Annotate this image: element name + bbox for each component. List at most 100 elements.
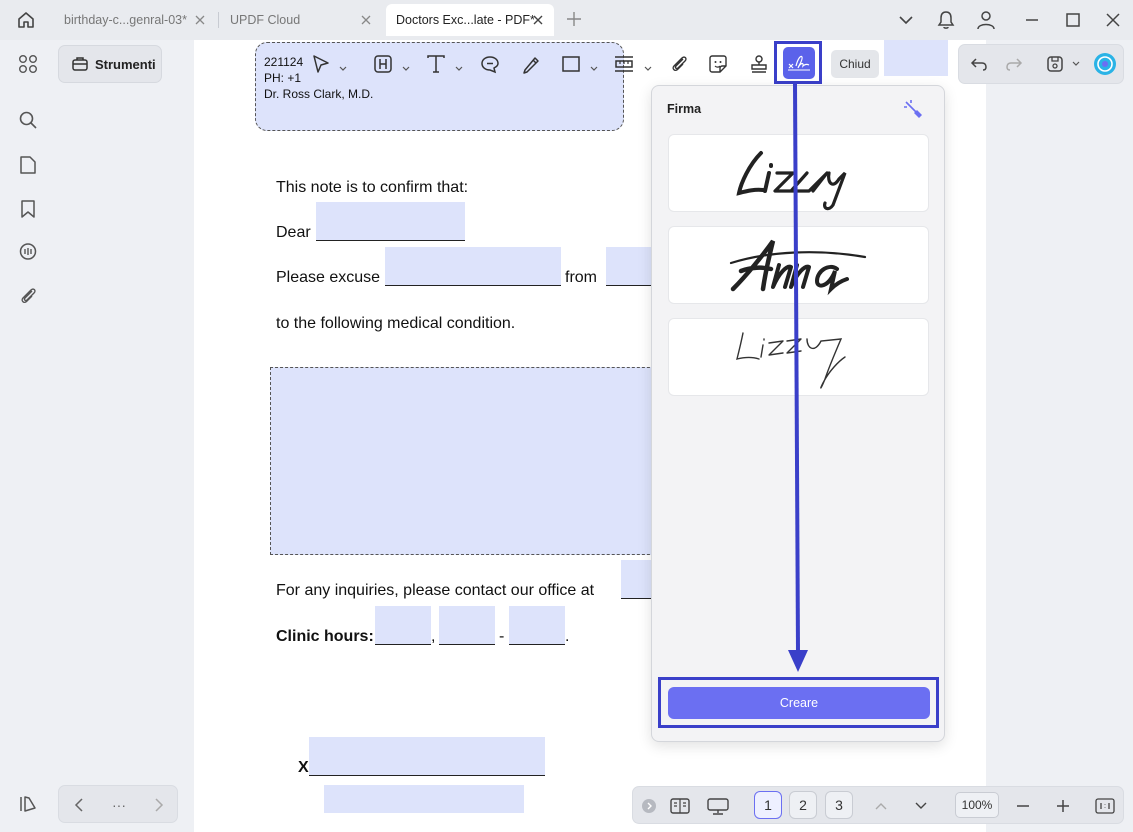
tab-birthday[interactable]: birthday-c...genral-03*: [54, 4, 216, 36]
ai-assistant-icon[interactable]: [1093, 52, 1117, 76]
page-button-1[interactable]: 1: [754, 791, 782, 819]
strumenti-button[interactable]: Strumenti: [58, 45, 162, 83]
underline: [316, 240, 465, 241]
tools-panel: Strumenti ···: [54, 40, 194, 832]
close-icon[interactable]: [192, 12, 208, 28]
chevron-up-icon[interactable]: [873, 795, 889, 817]
underline: [439, 644, 495, 645]
shape-rectangle-icon[interactable]: [560, 53, 582, 75]
chevron-down-icon[interactable]: [590, 60, 598, 71]
chevron-left-icon[interactable]: [69, 795, 89, 815]
pencil-icon[interactable]: [520, 53, 542, 75]
title-bar: birthday-c...genral-03* UPDF Cloud Docto…: [0, 0, 1133, 40]
zoom-out-icon[interactable]: [1015, 795, 1031, 817]
close-icon[interactable]: [358, 12, 374, 28]
magic-wand-icon[interactable]: [902, 98, 924, 120]
two-page-view-icon[interactable]: [669, 795, 691, 817]
chevron-right-icon[interactable]: [149, 795, 169, 815]
clinic-hours-label: Clinic hours:: [276, 628, 374, 645]
home-icon[interactable]: [14, 9, 38, 31]
chevron-down-icon[interactable]: [455, 60, 463, 71]
tab-updf-cloud[interactable]: UPDF Cloud: [220, 4, 382, 36]
hours-field-3[interactable]: [509, 606, 565, 644]
comment-icon[interactable]: [16, 240, 40, 264]
text-icon[interactable]: [425, 53, 447, 75]
sticky-note-icon[interactable]: [479, 53, 501, 75]
signature-panel-title: Firma: [667, 102, 702, 116]
tab-label: UPDF Cloud: [230, 13, 301, 27]
zoom-level[interactable]: 100%: [955, 792, 999, 818]
strumenti-label: Strumenti: [95, 56, 156, 72]
signature-card[interactable]: [668, 318, 929, 396]
underline: [606, 285, 652, 286]
signature-field[interactable]: [309, 737, 545, 775]
actual-size-icon[interactable]: [1095, 795, 1115, 817]
dear-name-field[interactable]: [316, 202, 465, 240]
signature-anna-cursive: [729, 239, 867, 296]
from-date-field[interactable]: [606, 247, 652, 285]
header-line: Dr. Ross Clark, M.D.: [264, 87, 374, 101]
chevron-down-icon[interactable]: [913, 795, 929, 817]
header-line: PH: +1: [264, 71, 302, 85]
sticker-icon[interactable]: [707, 53, 729, 75]
stamp-icon[interactable]: [748, 53, 770, 75]
undo-icon[interactable]: [969, 54, 989, 74]
header-field-fragment[interactable]: [884, 40, 948, 76]
select-pointer-icon[interactable]: [310, 53, 332, 75]
dash: -: [499, 628, 505, 645]
redo-icon[interactable]: [1004, 54, 1024, 74]
close-tool-button[interactable]: Chiud: [831, 50, 879, 78]
page-button-3[interactable]: 3: [825, 791, 853, 819]
close-window-icon[interactable]: [1103, 10, 1123, 30]
new-tab-icon[interactable]: [565, 10, 583, 28]
underline: [375, 644, 431, 645]
minimize-icon[interactable]: [1022, 10, 1042, 30]
measure-icon[interactable]: [613, 53, 635, 75]
bookmark-icon[interactable]: [16, 197, 40, 221]
layers-icon[interactable]: [16, 792, 40, 816]
search-icon[interactable]: [16, 108, 40, 132]
underline: [621, 598, 652, 599]
underline: [509, 644, 565, 645]
dear-label: Dear: [276, 224, 311, 241]
hours-field-1[interactable]: [375, 606, 431, 644]
tab-label: birthday-c...genral-03*: [64, 13, 187, 27]
inquiries-line: For any inquiries, please contact our of…: [276, 582, 595, 599]
close-icon[interactable]: [530, 12, 546, 28]
hours-field-2[interactable]: [439, 606, 495, 644]
tab-label: Doctors Exc...late - PDF*: [396, 13, 535, 27]
presentation-icon[interactable]: [707, 795, 729, 817]
save-icon[interactable]: [1045, 54, 1065, 74]
signature-card[interactable]: [668, 226, 929, 304]
page-controls: 1 2 3 100%: [632, 786, 1124, 824]
tab-doctors-excuse[interactable]: Doctors Exc...late - PDF*: [386, 4, 554, 36]
confirm-line: This note is to confirm that:: [276, 179, 469, 196]
page-button-2[interactable]: 2: [789, 791, 817, 819]
more-button[interactable]: ···: [109, 795, 129, 815]
signature-card[interactable]: [668, 134, 929, 212]
attachment-icon[interactable]: [16, 284, 40, 308]
zoom-in-icon[interactable]: [1055, 795, 1071, 817]
chevron-down-icon[interactable]: [1069, 54, 1083, 74]
apps-grid-icon[interactable]: [16, 52, 40, 76]
chevron-down-icon[interactable]: [896, 10, 916, 30]
printed-name-field[interactable]: [324, 785, 524, 813]
signature-x-mark: X: [298, 759, 309, 776]
underline: [385, 285, 561, 286]
chevron-down-icon[interactable]: [644, 60, 652, 71]
excuse-name-field[interactable]: [385, 247, 561, 285]
page-thumbnail-icon[interactable]: [16, 153, 40, 177]
signature-lizzy-handwritten: [736, 332, 846, 389]
right-toolbar: [958, 44, 1124, 84]
collapse-toggle-icon[interactable]: [641, 795, 657, 817]
phone-field[interactable]: [621, 560, 652, 598]
chevron-down-icon[interactable]: [402, 60, 410, 71]
toolbox-icon: [71, 55, 89, 73]
bell-icon[interactable]: [936, 10, 956, 30]
condition-text-box[interactable]: [270, 367, 670, 555]
attachment-icon[interactable]: [668, 53, 690, 75]
maximize-icon[interactable]: [1063, 10, 1083, 30]
chevron-down-icon[interactable]: [339, 60, 347, 71]
highlight-icon[interactable]: [372, 53, 394, 75]
user-icon[interactable]: [976, 10, 996, 30]
